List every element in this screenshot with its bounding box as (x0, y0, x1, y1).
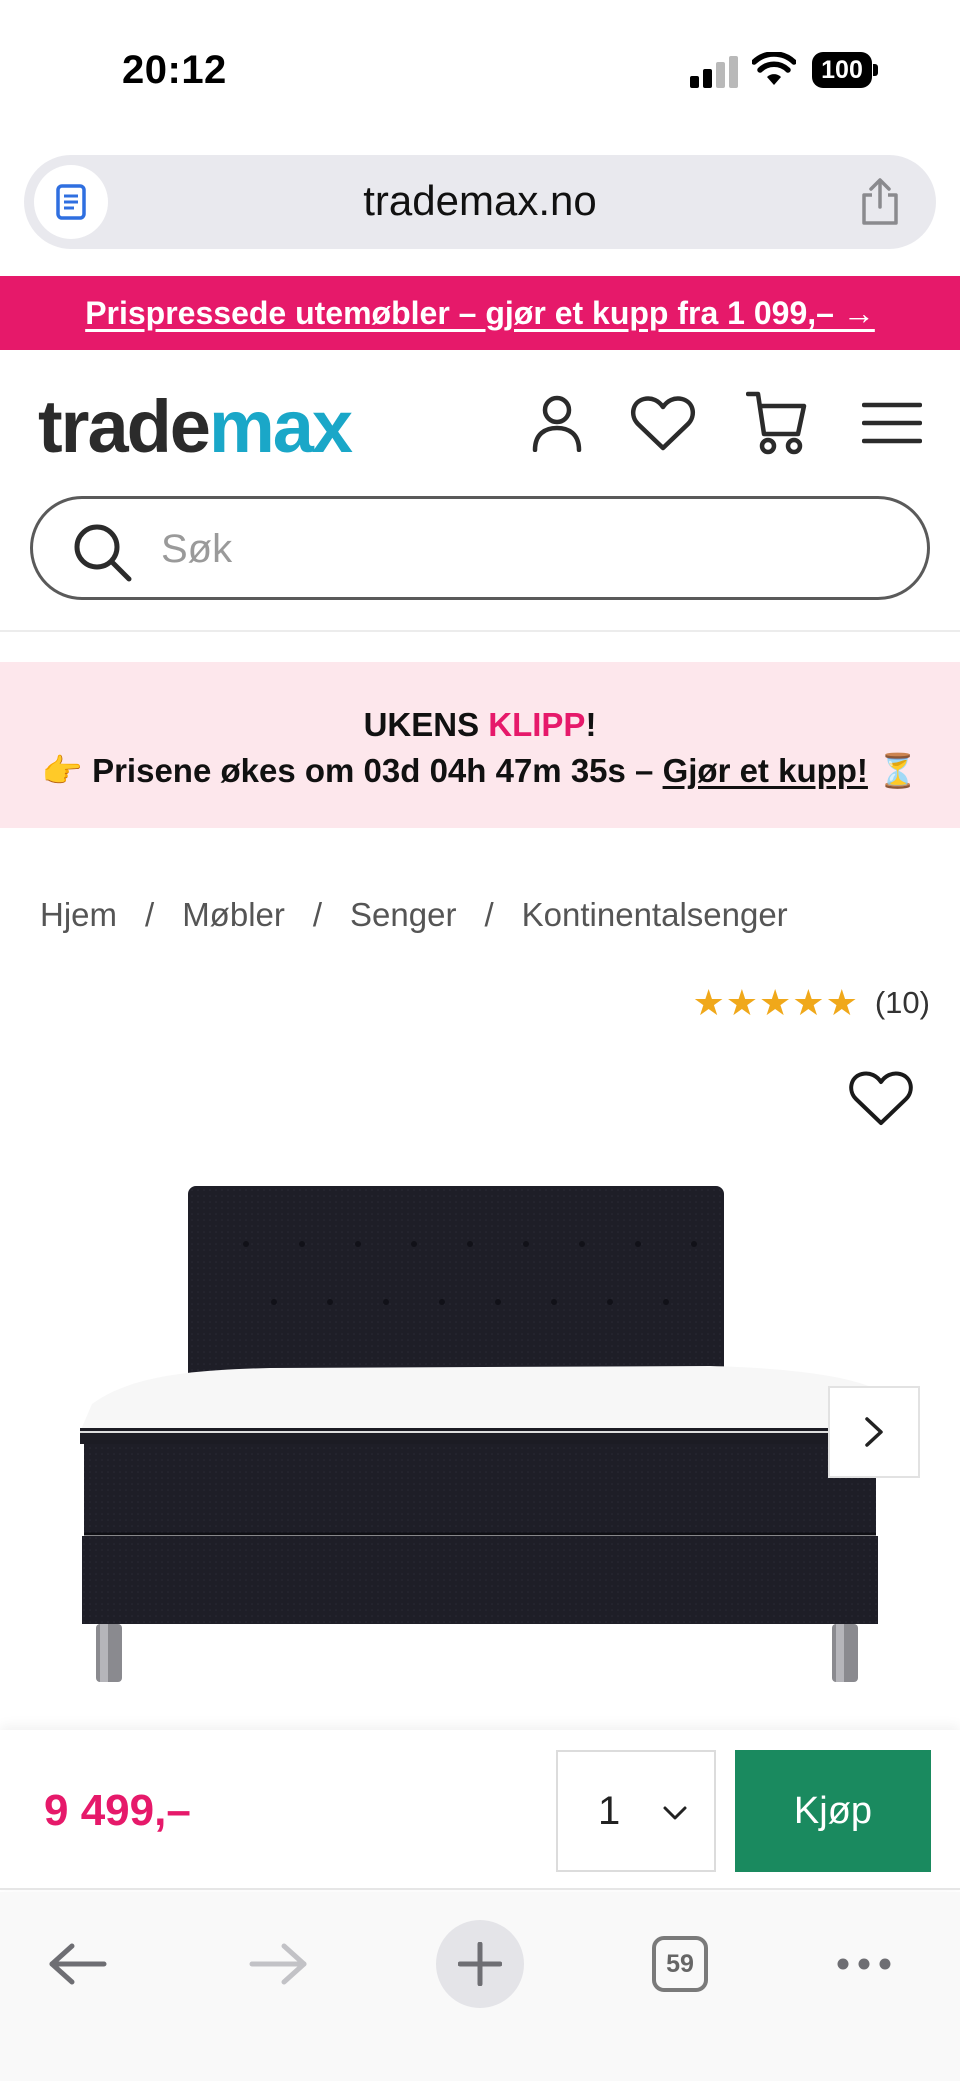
add-to-wishlist-heart-icon[interactable] (848, 1068, 914, 1128)
cart-icon (746, 391, 807, 455)
quantity-select[interactable]: 1 (556, 1750, 716, 1872)
forward-icon (249, 1943, 307, 1985)
tabs-icon: 59 (652, 1936, 708, 1992)
promo-banner[interactable]: Prispressede utemøbler – gjør et kupp fr… (0, 276, 960, 350)
product-image[interactable] (70, 1170, 890, 1690)
logo-trade: trade (38, 385, 211, 468)
deal-title-excl: ! (585, 706, 597, 743)
battery-icon: 100 (812, 52, 878, 88)
deal-title: UKENS KLIPP! (0, 706, 960, 744)
menu-icon (862, 402, 922, 444)
deal-countdown: 👉 Prisene økes om 03d 04h 47m 35s – Gjør… (0, 752, 960, 791)
deal-title-highlight: KLIPP (488, 706, 586, 743)
share-icon[interactable] (858, 177, 902, 227)
tabs-button[interactable]: 59 (630, 1914, 730, 2014)
breadcrumb: Hjem / Møbler / Senger / Kontinentalseng… (40, 896, 788, 934)
rating-stars: ★★★★★ (692, 982, 859, 1023)
sticky-buy-bar: 9 499,– 1 Kjøp (0, 1730, 960, 1890)
chevron-down-icon (663, 1806, 687, 1820)
battery-level: 100 (812, 52, 872, 88)
breadcrumb-beds[interactable]: Senger (350, 896, 456, 934)
deal-title-part1: UKENS (363, 706, 489, 743)
browser-toolbar: 59 (0, 1892, 960, 2081)
account-button[interactable] (522, 388, 592, 458)
more-button[interactable] (814, 1914, 914, 2014)
rating-count[interactable]: (10) (875, 985, 930, 1021)
weekly-deal-banner: UKENS KLIPP! 👉 Prisene økes om 03d 04h 4… (0, 662, 960, 828)
deal-cta-link[interactable]: Gjør et kupp! (663, 752, 868, 789)
gallery-next-button[interactable] (828, 1386, 920, 1478)
menu-button[interactable] (857, 388, 927, 458)
breadcrumb-continental-beds[interactable]: Kontinentalsenger (522, 896, 788, 934)
breadcrumb-separator: / (312, 896, 323, 933)
account-icon (532, 395, 582, 452)
chevron-right-icon (865, 1417, 883, 1447)
search-icon (74, 524, 132, 582)
back-icon (49, 1943, 107, 1985)
url-text[interactable]: trademax.no (24, 177, 936, 225)
status-bar: 20:12 100 (0, 0, 960, 140)
more-icon (837, 1958, 891, 1970)
pointing-hand-icon: 👉 (41, 752, 83, 789)
cart-button[interactable] (742, 388, 812, 458)
breadcrumb-furniture[interactable]: Møbler (182, 896, 285, 934)
breadcrumb-separator: / (145, 896, 155, 933)
buy-button[interactable]: Kjøp (735, 1750, 931, 1872)
plus-icon (458, 1942, 502, 1986)
wifi-icon (752, 52, 796, 85)
quantity-value: 1 (598, 1788, 621, 1833)
wishlist-button[interactable] (628, 388, 698, 458)
product-price: 9 499,– (44, 1786, 191, 1835)
forward-button[interactable] (228, 1914, 328, 2014)
hourglass-icon: ⏳ (877, 752, 919, 789)
logo-max: max (208, 385, 353, 468)
divider (0, 630, 960, 632)
new-tab-button[interactable] (436, 1920, 524, 2008)
breadcrumb-separator: / (484, 896, 494, 933)
breadcrumb-home[interactable]: Hjem (40, 896, 117, 934)
cellular-signal-icon (690, 56, 738, 88)
back-button[interactable] (28, 1914, 128, 2014)
heart-icon (630, 396, 696, 451)
search-input[interactable] (161, 517, 861, 581)
product-rating[interactable]: ★★★★★ (10) (692, 982, 930, 1024)
promo-link[interactable]: Prispressede utemøbler – gjør et kupp fr… (85, 295, 875, 332)
address-bar[interactable]: trademax.no (24, 155, 936, 249)
status-time: 20:12 (122, 48, 227, 92)
countdown-text: Prisene økes om 03d 04h 47m 35s – (92, 752, 663, 789)
search-box[interactable] (30, 496, 930, 600)
trademax-logo[interactable]: trademax (38, 382, 353, 472)
